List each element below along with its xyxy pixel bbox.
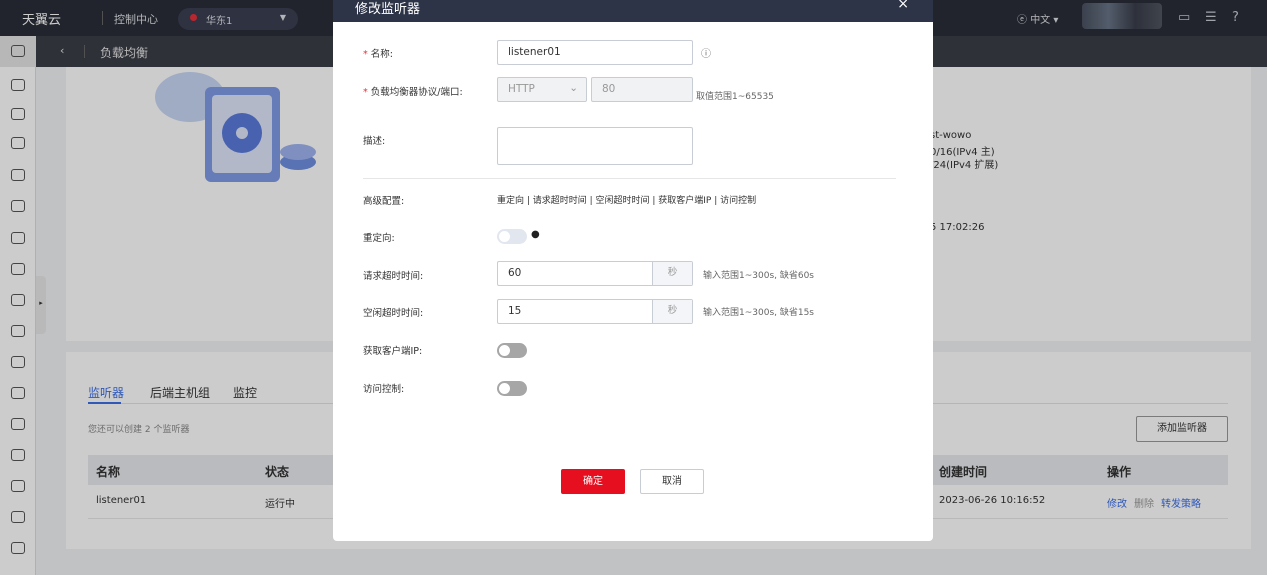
dialog-body: * 名称: listener01 ⓘ * 负载均衡器协议/端口: HTTP ⌄ 80 … bbox=[333, 0, 933, 541]
protocol-port-label: * 负载均衡器协议/端口: bbox=[363, 87, 463, 98]
redirect-toggle[interactable] bbox=[497, 229, 527, 244]
request-timeout-hint: 输入范围1~300s, 缺省60s bbox=[703, 271, 814, 281]
port-hint: 取值范围1~65535 bbox=[696, 92, 774, 102]
name-label: * 名称: bbox=[363, 49, 393, 60]
description-textarea[interactable] bbox=[497, 127, 693, 165]
protocol-value: HTTP bbox=[508, 83, 535, 95]
access-control-label: 访问控制: bbox=[363, 384, 405, 395]
redirect-label: 重定向: bbox=[363, 233, 395, 244]
idle-timeout-input[interactable]: 15 秒 bbox=[497, 299, 693, 324]
client-ip-label: 获取客户端IP: bbox=[363, 346, 423, 357]
seconds-unit: 秒 bbox=[652, 300, 692, 323]
edit-listener-dialog: 修改监听器 × * 名称: listener01 ⓘ * 负载均衡器协议/端口: H… bbox=[333, 0, 933, 541]
idle-timeout-hint: 输入范围1~300s, 缺省15s bbox=[703, 308, 814, 318]
port-input[interactable]: 80 bbox=[591, 77, 693, 102]
confirm-button[interactable]: 确定 bbox=[561, 469, 625, 494]
advanced-config-label: 高级配置: bbox=[363, 196, 405, 207]
cancel-button[interactable]: 取消 bbox=[640, 469, 704, 494]
client-ip-toggle[interactable] bbox=[497, 343, 527, 358]
help-circle-icon[interactable]: ⓘ bbox=[701, 45, 711, 60]
request-timeout-value: 60 bbox=[508, 267, 522, 279]
request-timeout-input[interactable]: 60 秒 bbox=[497, 261, 693, 286]
request-timeout-label: 请求超时时间: bbox=[363, 271, 424, 282]
description-label: 描述: bbox=[363, 136, 386, 147]
idle-timeout-value: 15 bbox=[508, 305, 522, 317]
protocol-port-label-text: 负载均衡器协议/端口: bbox=[370, 87, 463, 98]
chevron-down-icon: ⌄ bbox=[569, 82, 578, 94]
advanced-config-links[interactable]: 重定向 | 请求超时时间 | 空闲超时时间 | 获取客户端IP | 访问控制 bbox=[497, 193, 756, 206]
seconds-unit: 秒 bbox=[652, 262, 692, 285]
access-control-toggle[interactable] bbox=[497, 381, 527, 396]
idle-timeout-label: 空闲超时时间: bbox=[363, 308, 424, 319]
divider bbox=[363, 178, 896, 179]
name-input[interactable]: listener01 bbox=[497, 40, 693, 65]
help-filled-icon[interactable]: ● bbox=[531, 229, 540, 240]
protocol-select[interactable]: HTTP ⌄ bbox=[497, 77, 587, 102]
name-label-text: 名称: bbox=[370, 49, 393, 60]
